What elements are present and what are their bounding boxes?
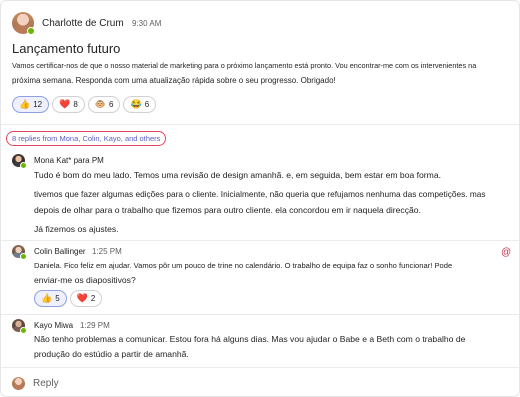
presence-available-icon xyxy=(20,253,27,260)
post-title: Lançamento futuro xyxy=(12,41,121,56)
reaction-heart[interactable]: ❤️ 2 xyxy=(69,290,103,307)
thumbs-up-icon: 👍 xyxy=(19,99,31,109)
reply-line: Daniela. Fico feliz em ajudar. Vamos pôr… xyxy=(34,261,453,270)
presence-available-icon xyxy=(20,327,27,334)
post-author-name[interactable]: Charlotte de Crum xyxy=(42,18,124,29)
presence-available-icon xyxy=(27,27,35,35)
heart-icon: ❤️ xyxy=(59,99,71,109)
reaction-count: 6 xyxy=(109,100,114,109)
reaction-heart[interactable]: ❤️ 8 xyxy=(52,96,85,113)
thumbs-up-icon: 👍 xyxy=(41,293,53,303)
reaction-count: 6 xyxy=(144,100,150,109)
reaction-like[interactable]: 👍 5 xyxy=(34,290,67,307)
reply-timestamp: 1:29 PM xyxy=(80,321,110,330)
reply-line: Tudo é bom do meu lado. Temos uma revisã… xyxy=(34,170,441,180)
reaction-count: 5 xyxy=(55,294,60,303)
post-body-line-1: Vamos certificar-nos de que o nosso mate… xyxy=(12,61,477,70)
mention-icon: @ xyxy=(501,247,512,258)
post-reactions: 👍 12 ❤️ 8 🐵 6 😂 6 xyxy=(12,96,157,113)
composer-divider xyxy=(1,367,520,368)
conversation-card: Charlotte de Crum 9:30 AM Lançamento fut… xyxy=(0,0,520,397)
reply-divider xyxy=(1,314,520,315)
reaction-count: 12 xyxy=(33,100,43,109)
post-body-line-2: próxima semana. Responda com uma atualiz… xyxy=(12,76,336,85)
reply-author-name[interactable]: Kayo Miwa xyxy=(34,321,73,330)
reaction-like[interactable]: 👍 12 xyxy=(12,96,50,113)
heart-icon: ❤️ xyxy=(76,293,88,303)
reply-line: produção do estúdio a partir de amanhã. xyxy=(34,349,189,359)
reply-author-name[interactable]: Colin Ballinger xyxy=(34,247,86,256)
reply-reactions: 👍 5 ❤️ 2 xyxy=(34,290,103,307)
reaction-count: 8 xyxy=(73,100,78,109)
reply-line: Não tenho problemas a comunicar. Estou f… xyxy=(34,334,466,344)
reply-line: enviar-me os diapositivos? xyxy=(34,275,136,285)
reaction-laugh[interactable]: 😂 6 xyxy=(123,96,157,113)
reaction-monkey[interactable]: 🐵 6 xyxy=(87,96,121,113)
presence-available-icon xyxy=(20,162,27,169)
current-user-avatar xyxy=(12,377,25,390)
reply-button[interactable]: Reply xyxy=(33,378,59,389)
reply-divider xyxy=(1,240,520,241)
post-timestamp: 9:30 AM xyxy=(132,19,162,28)
reaction-count: 2 xyxy=(90,294,96,303)
reply-line: tivemos que fazer algumas edições para o… xyxy=(34,189,486,199)
reply-line: Já fizemos os ajustes. xyxy=(34,224,119,234)
monkey-face-icon: 🐵 xyxy=(94,99,107,109)
thread-divider xyxy=(1,124,520,125)
reply-timestamp: 1:25 PM xyxy=(92,247,122,256)
replies-summary-link[interactable]: 8 replies from Mona, Colin, Kayo, and ot… xyxy=(6,131,167,146)
reply-author-name[interactable]: Mona Kat* para PM xyxy=(34,156,104,165)
laughing-face-icon: 😂 xyxy=(130,99,142,109)
reply-line: depois de olhar para o trabalho que fize… xyxy=(34,205,421,215)
